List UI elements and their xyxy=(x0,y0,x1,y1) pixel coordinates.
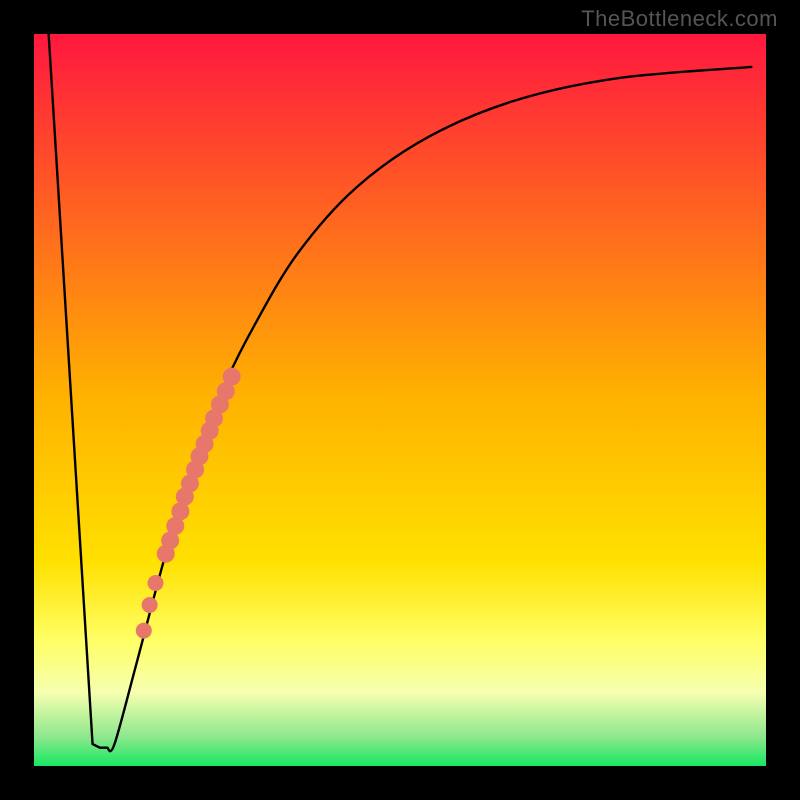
highlight-dot xyxy=(142,597,158,613)
plot-background xyxy=(34,34,766,766)
chart-frame: TheBottleneck.com xyxy=(0,0,800,800)
bottleneck-chart xyxy=(0,0,800,800)
highlight-dot xyxy=(136,623,152,639)
highlight-dot xyxy=(223,368,241,386)
watermark-text: TheBottleneck.com xyxy=(581,6,778,32)
highlight-dot xyxy=(148,575,164,591)
